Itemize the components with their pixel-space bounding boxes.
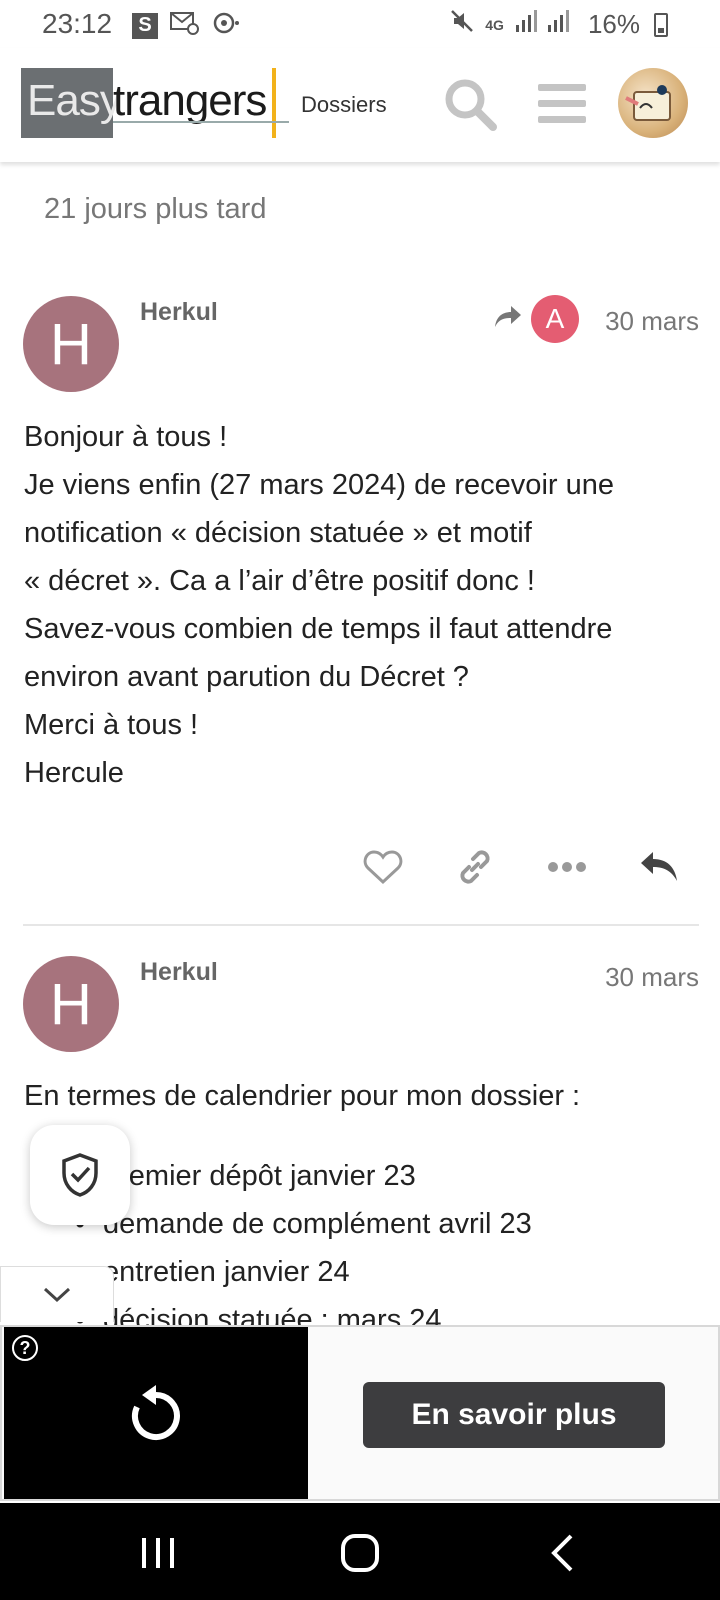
recents-icon[interactable] xyxy=(128,1523,188,1583)
reply-to-avatar: A xyxy=(531,295,579,343)
battery-percent: 16% xyxy=(587,9,640,39)
search-icon[interactable] xyxy=(440,74,500,134)
menu-icon[interactable] xyxy=(532,74,592,134)
share-arrow-icon xyxy=(493,304,523,335)
status-bar: 23:12 S 4G 16% xyxy=(0,0,720,48)
post-line: Savez-vous combien de temps il faut atte… xyxy=(24,613,613,645)
post-username[interactable]: Herkul xyxy=(140,298,218,327)
signal-icon xyxy=(514,8,578,41)
post-actions xyxy=(316,842,684,892)
privacy-shield-button[interactable] xyxy=(30,1125,130,1225)
status-time: 23:12 xyxy=(42,8,113,39)
post-line: « décret ». Ca a l’air d’être positif do… xyxy=(24,565,535,597)
mail-gear-icon xyxy=(170,10,200,41)
ad-banner: ? En savoir plus xyxy=(0,1325,720,1501)
time-gap-note: 21 jours plus tard xyxy=(44,193,267,225)
post-line: Je viens enfin (27 mars 2024) de recevoi… xyxy=(24,469,614,501)
user-avatar[interactable] xyxy=(618,68,688,138)
system-nav-bar xyxy=(0,1503,720,1600)
site-header: Easy trangers Dossiers xyxy=(0,48,720,162)
ad-collapse-toggle[interactable] xyxy=(0,1266,114,1322)
home-icon[interactable] xyxy=(330,1523,390,1583)
post-date[interactable]: 30 mars xyxy=(605,962,699,993)
post-body: Bonjour à tous ! Je viens enfin (27 mars… xyxy=(24,413,614,797)
reply-to-indicator[interactable]: A xyxy=(493,295,579,343)
post-date[interactable]: 30 mars xyxy=(605,306,699,337)
post-line: Hercule xyxy=(24,757,124,789)
like-icon[interactable] xyxy=(358,842,408,892)
chevron-down-icon xyxy=(43,1287,71,1302)
back-icon[interactable] xyxy=(532,1523,592,1583)
post-line: Bonjour à tous ! xyxy=(24,421,228,453)
ad-help-icon[interactable]: ? xyxy=(12,1335,38,1361)
post-intro: En termes de calendrier pour mon dossier… xyxy=(24,1080,581,1112)
post-line: Merci à tous ! xyxy=(24,709,199,741)
post-line: environ avant parution du Décret ? xyxy=(24,661,469,693)
status-right: 4G 16% xyxy=(449,8,668,41)
avatar[interactable]: H xyxy=(23,956,119,1052)
avatar[interactable]: H xyxy=(23,296,119,392)
post-divider xyxy=(23,924,699,926)
logo-underline xyxy=(113,121,289,123)
ad-media[interactable]: ? xyxy=(4,1327,308,1499)
mute-icon xyxy=(449,8,475,41)
s-app-icon: S xyxy=(132,12,158,39)
chat-icon xyxy=(212,10,240,41)
more-icon[interactable] xyxy=(542,842,592,892)
site-logo[interactable]: Easy trangers xyxy=(21,68,289,138)
shield-check-icon xyxy=(62,1153,98,1197)
post-username[interactable]: Herkul xyxy=(140,958,218,987)
post-line: notification « décision statuée » et mot… xyxy=(24,517,532,549)
ad-cta-button[interactable]: En savoir plus xyxy=(363,1382,665,1448)
link-icon[interactable] xyxy=(450,842,500,892)
replay-icon xyxy=(132,1385,180,1440)
post: H Herkul A 30 mars Bonjour à tous ! Je v… xyxy=(23,295,699,896)
dossiers-link[interactable]: Dossiers xyxy=(301,92,387,118)
reply-icon[interactable] xyxy=(634,842,684,892)
network-label: 4G xyxy=(485,16,504,33)
logo-left-text: Easy xyxy=(21,68,122,138)
status-app-icons: S xyxy=(132,10,240,41)
logo-right-text: trangers xyxy=(113,68,277,138)
battery-icon xyxy=(654,12,668,37)
